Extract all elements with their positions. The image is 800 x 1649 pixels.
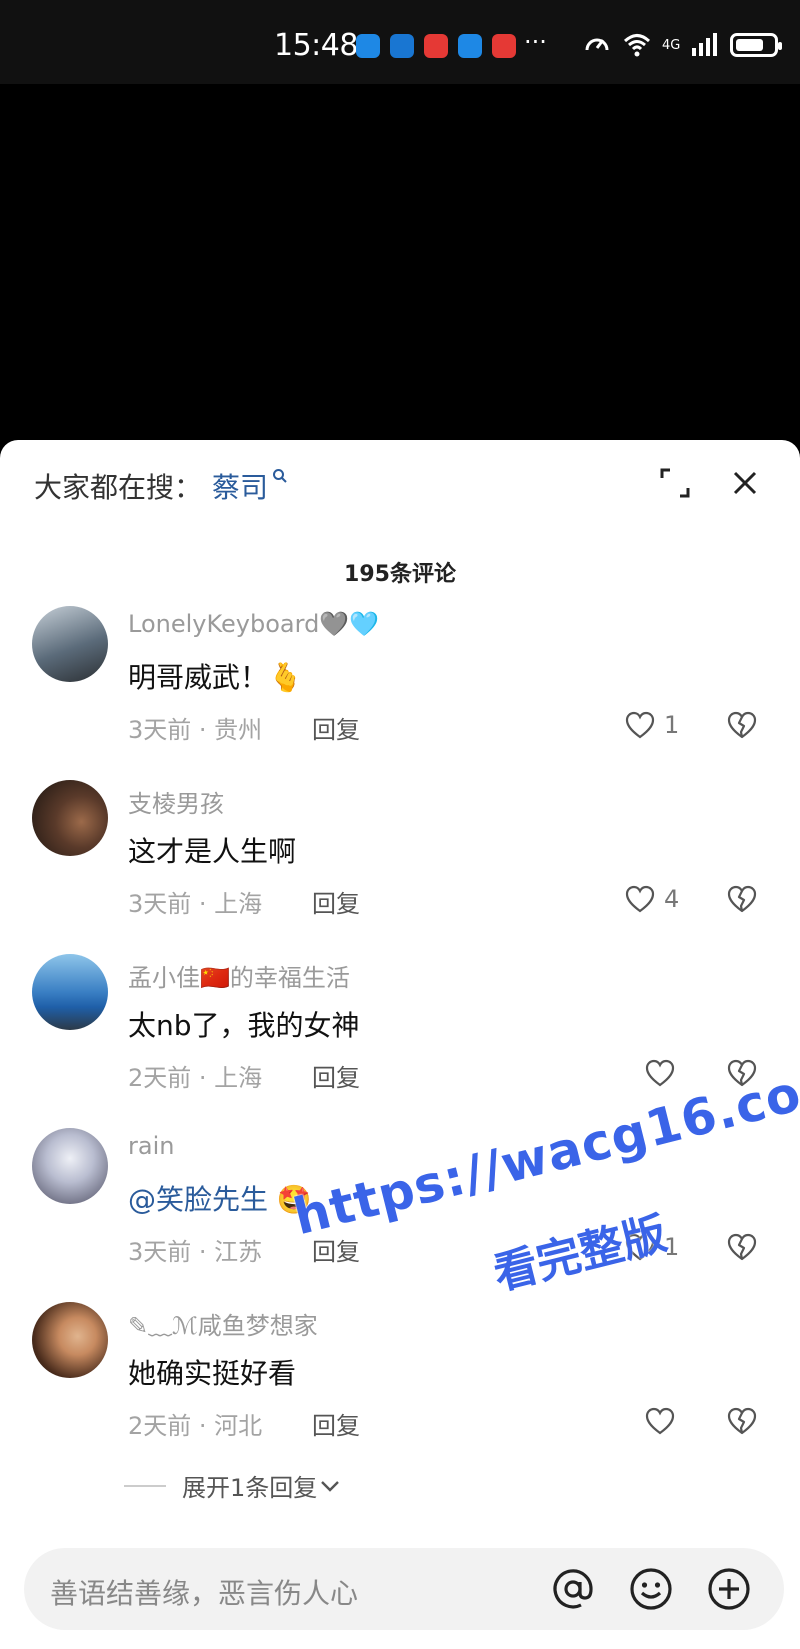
message-app-icon [356,34,380,58]
heart-icon [625,711,655,739]
comment-input[interactable]: 善语结善缘，恶言伤人心 [50,1572,358,1612]
broken-heart-icon[interactable] [726,1232,758,1262]
trending-search[interactable]: 大家都在搜： 蔡司 [34,466,288,506]
divider [124,1484,166,1487]
comment-text: 这才是人生啊 [128,835,297,868]
like-button[interactable]: 4 [624,884,679,914]
trending-search-label: 大家都在搜： [34,471,203,504]
battery-icon [730,33,783,57]
comment-text: 太nb了，我的女神 [128,1009,360,1042]
more-notifications-icon: ··· [524,28,547,56]
broken-heart-icon[interactable] [726,710,758,740]
browser-app-icon [458,34,482,58]
avatar[interactable] [32,780,108,856]
comment-meta: 3天前 · 上海 [128,890,263,918]
comment-text[interactable]: @笑脸先生 🤩 [128,1178,312,1218]
search-icon [272,468,288,489]
comment-username[interactable]: 支棱男孩 [128,784,224,819]
comment-text: 明哥威武！🫰 [128,661,303,694]
comment-text: 她确实挺好看 [128,1357,297,1390]
like-count: 4 [664,885,680,913]
video-app-icon [492,34,516,58]
comment-username[interactable]: ✎﹏ℳ咸鱼梦想家 [128,1306,318,1341]
close-icon[interactable] [726,464,764,502]
heart-icon [625,885,655,913]
broken-heart-icon[interactable] [726,884,758,914]
expand-replies-label: 展开1条回复 [182,1474,318,1502]
like-button[interactable] [644,1058,676,1088]
reply-button[interactable]: 回复 [312,1058,360,1093]
broken-heart-icon[interactable] [726,1058,758,1088]
broken-heart-icon[interactable] [726,1406,758,1436]
heart-icon [625,1233,655,1261]
heart-icon [645,1407,675,1435]
comment-meta: 2天前 · 上海 [128,1064,263,1092]
heart-icon [645,1059,675,1087]
comment-sheet: 大家都在搜： 蔡司 195条评论 LonelyKeyboard🩶🩵 明哥威武！🫰… [0,440,800,1649]
reply-button[interactable]: 回复 [312,884,360,919]
like-button[interactable]: 1 [624,710,679,740]
comment-username[interactable]: rain [128,1132,174,1160]
comment-item[interactable]: 支棱男孩 这才是人生啊 3天前 · 上海 回复 4 [0,780,800,950]
comment-meta: 2天前 · 河北 [128,1412,263,1440]
comment-item[interactable]: rain @笑脸先生 🤩 3天前 · 江苏 回复 1 [0,1128,800,1298]
like-button[interactable] [644,1406,676,1436]
video-area[interactable] [0,84,800,440]
network-type: 4G [662,37,681,53]
comment-meta: 3天前 · 江苏 [128,1238,263,1266]
wifi-icon [623,34,651,57]
avatar[interactable] [32,954,108,1030]
reply-button[interactable]: 回复 [312,710,360,745]
comment-count: 195条评论 [344,562,456,587]
emoji-icon[interactable] [628,1566,674,1612]
reply-button[interactable]: 回复 [312,1232,360,1267]
notification-icons [356,34,516,58]
comment-item[interactable]: LonelyKeyboard🩶🩵 明哥威武！🫰 3天前 · 贵州 回复 1 [0,606,800,776]
comment-meta: 3天前 · 贵州 [128,716,263,744]
shield-app-icon [390,34,414,58]
status-time: 15:48 [274,28,358,63]
at-mention-icon[interactable] [550,1566,596,1612]
comment-item[interactable]: 孟小佳🇨🇳的幸福生活 太nb了，我的女神 2天前 · 上海 回复 [0,954,800,1124]
speedometer-icon [585,38,609,51]
avatar[interactable] [32,1128,108,1204]
reply-button[interactable]: 回复 [312,1406,360,1441]
signal-icon [692,33,718,56]
shopping-app-icon [424,34,448,58]
chevron-down-icon [321,1480,340,1492]
avatar[interactable] [32,606,108,682]
add-icon[interactable] [706,1566,752,1612]
comment-item[interactable]: ✎﹏ℳ咸鱼梦想家 她确实挺好看 2天前 · 河北 回复 [0,1302,800,1472]
expand-replies-button[interactable]: 展开1条回复 [124,1468,343,1503]
trending-search-term[interactable]: 蔡司 [212,466,268,506]
comment-username[interactable]: LonelyKeyboard🩶🩵 [128,610,379,638]
status-bar: 15:48 ··· 4G [0,0,800,84]
avatar[interactable] [32,1302,108,1378]
comment-username[interactable]: 孟小佳🇨🇳的幸福生活 [128,958,350,993]
fullscreen-icon[interactable] [658,466,692,500]
like-count: 1 [664,711,680,739]
like-count: 1 [664,1233,680,1261]
like-button[interactable]: 1 [624,1232,679,1262]
comment-input-bar[interactable]: 善语结善缘，恶言伤人心 [24,1548,784,1630]
